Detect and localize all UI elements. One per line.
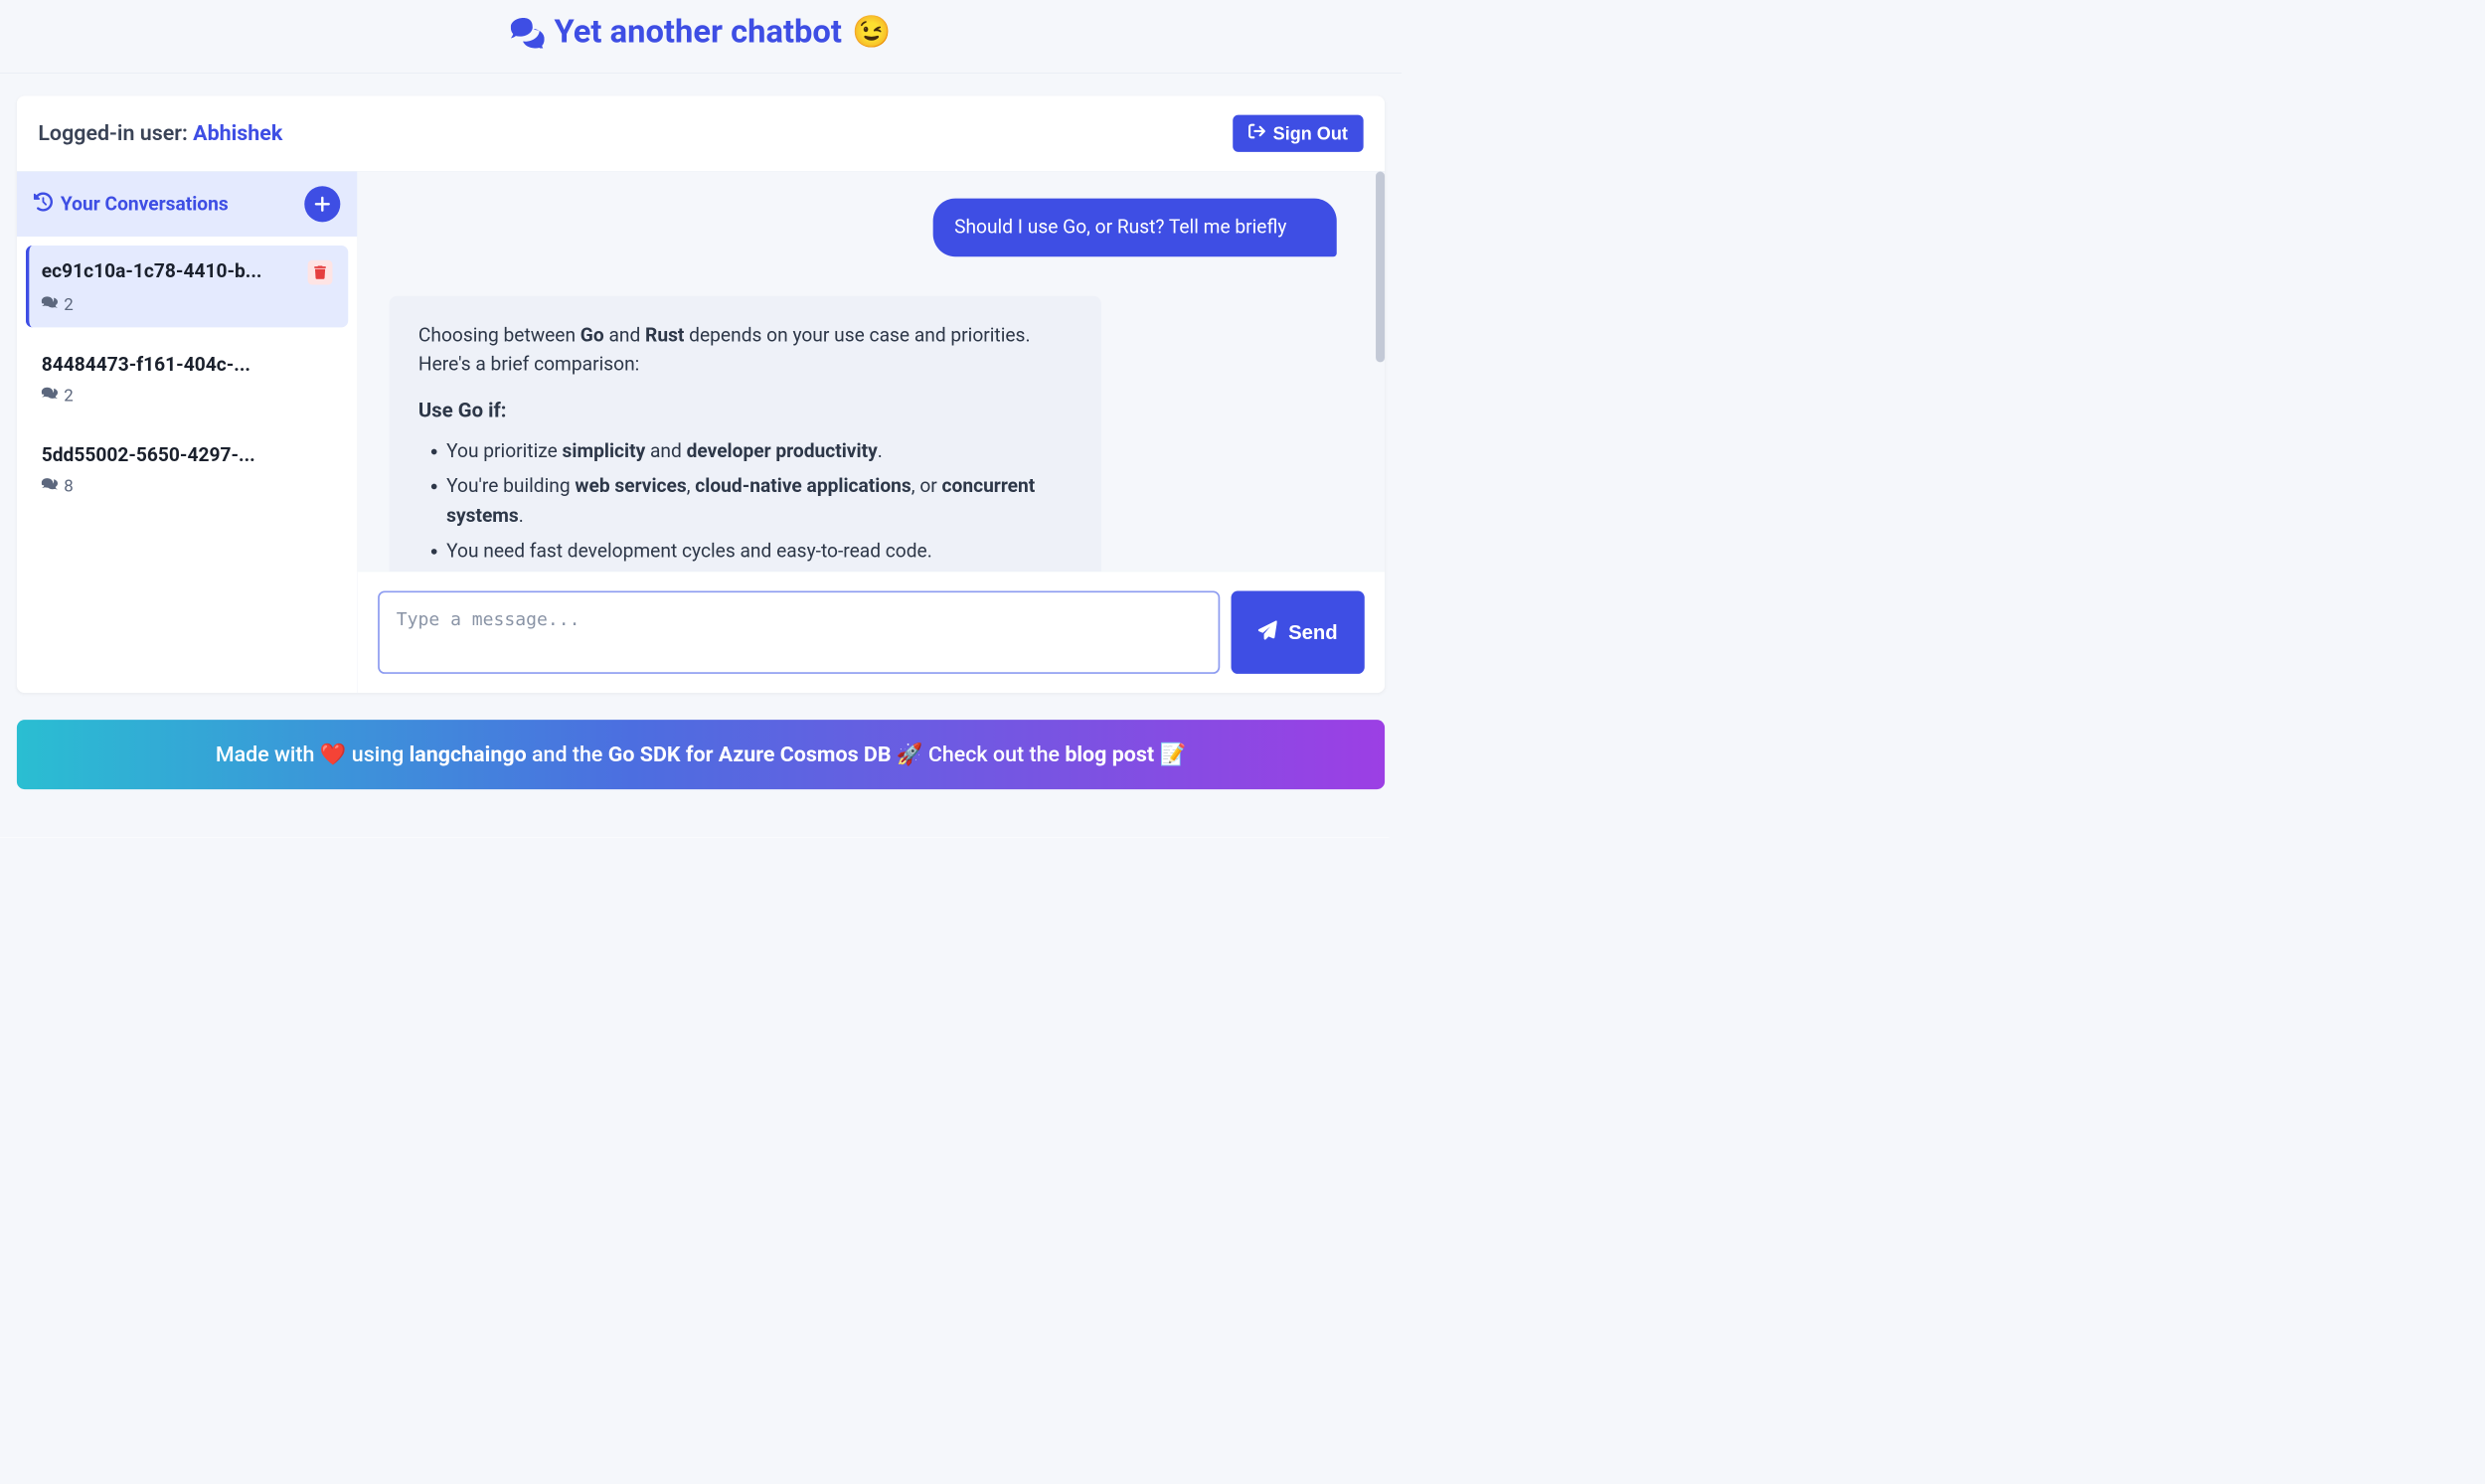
conversation-title: 5dd55002-5650-4297-... xyxy=(42,444,255,467)
delete-conversation-button[interactable] xyxy=(308,260,333,285)
logged-in-label: Logged-in user: Abhishek xyxy=(38,121,282,146)
user-message: Should I use Go, or Rust? Tell me briefl… xyxy=(932,199,1336,256)
main-card: Logged-in user: Abhishek Sign Out Your xyxy=(17,95,1385,693)
conversation-meta: 2 xyxy=(42,385,74,406)
logged-in-prefix: Logged-in user: xyxy=(38,121,193,146)
send-button[interactable]: Send xyxy=(1232,590,1365,673)
list-item: You're building web services, cloud-nati… xyxy=(446,472,1072,531)
header-bar: Logged-in user: Abhishek Sign Out xyxy=(17,95,1385,171)
chat-area: Should I use Go, or Rust? Tell me briefl… xyxy=(358,172,1385,694)
conversation-count: 2 xyxy=(64,386,74,406)
footer-banner: Made with ❤️ using langchaingo and the G… xyxy=(17,720,1385,789)
username-link[interactable]: Abhishek xyxy=(193,121,282,146)
send-label: Send xyxy=(1288,620,1338,644)
conversation-item[interactable]: 5dd55002-5650-4297-... 8 xyxy=(26,429,348,509)
sdk-link[interactable]: Go SDK for Azure Cosmos DB xyxy=(608,742,892,767)
list-item: You need fast development cycles and eas… xyxy=(446,537,1072,567)
bot-message: Choosing between Go and Rust depends on … xyxy=(389,296,1100,572)
conversation-title: ec91c10a-1c78-4410-b... xyxy=(42,260,262,283)
bot-subheading: Use Go if: xyxy=(418,396,1073,426)
app-title-text: Yet another chatbot xyxy=(555,12,842,50)
chat-bubbles-icon xyxy=(511,15,545,49)
comments-icon xyxy=(42,294,59,315)
app-title: Yet another chatbot 😉 xyxy=(511,12,892,50)
conversation-list: ec91c10a-1c78-4410-b... 2 xyxy=(17,237,357,529)
blog-post-link[interactable]: blog post xyxy=(1065,742,1154,767)
conversation-title: 84484473-f161-404c-... xyxy=(42,353,250,376)
langchaingo-link[interactable]: langchaingo xyxy=(410,742,527,767)
conversation-item[interactable]: ec91c10a-1c78-4410-b... 2 xyxy=(26,246,348,327)
conversation-meta: 2 xyxy=(42,294,74,315)
heart-icon: ❤️ xyxy=(320,742,347,767)
send-icon xyxy=(1258,620,1277,644)
conversation-item[interactable]: 84484473-f161-404c-... 2 xyxy=(26,339,348,418)
bot-bullet-list: You prioritize simplicity and developer … xyxy=(418,436,1073,571)
comments-icon xyxy=(42,475,59,496)
wink-emoji: 😉 xyxy=(852,16,891,48)
comments-icon xyxy=(42,385,59,406)
sidebar: Your Conversations ec91c10a-1c78-4410-b.… xyxy=(17,172,358,694)
new-conversation-button[interactable] xyxy=(304,186,340,222)
conversation-count: 8 xyxy=(64,476,74,496)
messages-pane[interactable]: Should I use Go, or Rust? Tell me briefl… xyxy=(358,172,1385,572)
sign-out-label: Sign Out xyxy=(1273,123,1348,144)
history-icon xyxy=(34,192,53,216)
scrollbar[interactable] xyxy=(1376,172,1385,363)
sidebar-heading-text: Your Conversations xyxy=(61,193,229,216)
sidebar-header: Your Conversations xyxy=(17,172,357,237)
sidebar-heading: Your Conversations xyxy=(34,192,229,216)
app-title-row: Yet another chatbot 😉 xyxy=(0,0,1402,74)
sign-out-button[interactable]: Sign Out xyxy=(1233,115,1364,152)
conversation-meta: 8 xyxy=(42,475,74,496)
message-input[interactable] xyxy=(378,590,1220,673)
composer: Send xyxy=(358,572,1385,693)
sign-out-icon xyxy=(1248,123,1265,144)
conversation-count: 2 xyxy=(64,294,74,314)
list-item: You prioritize simplicity and developer … xyxy=(446,436,1072,466)
